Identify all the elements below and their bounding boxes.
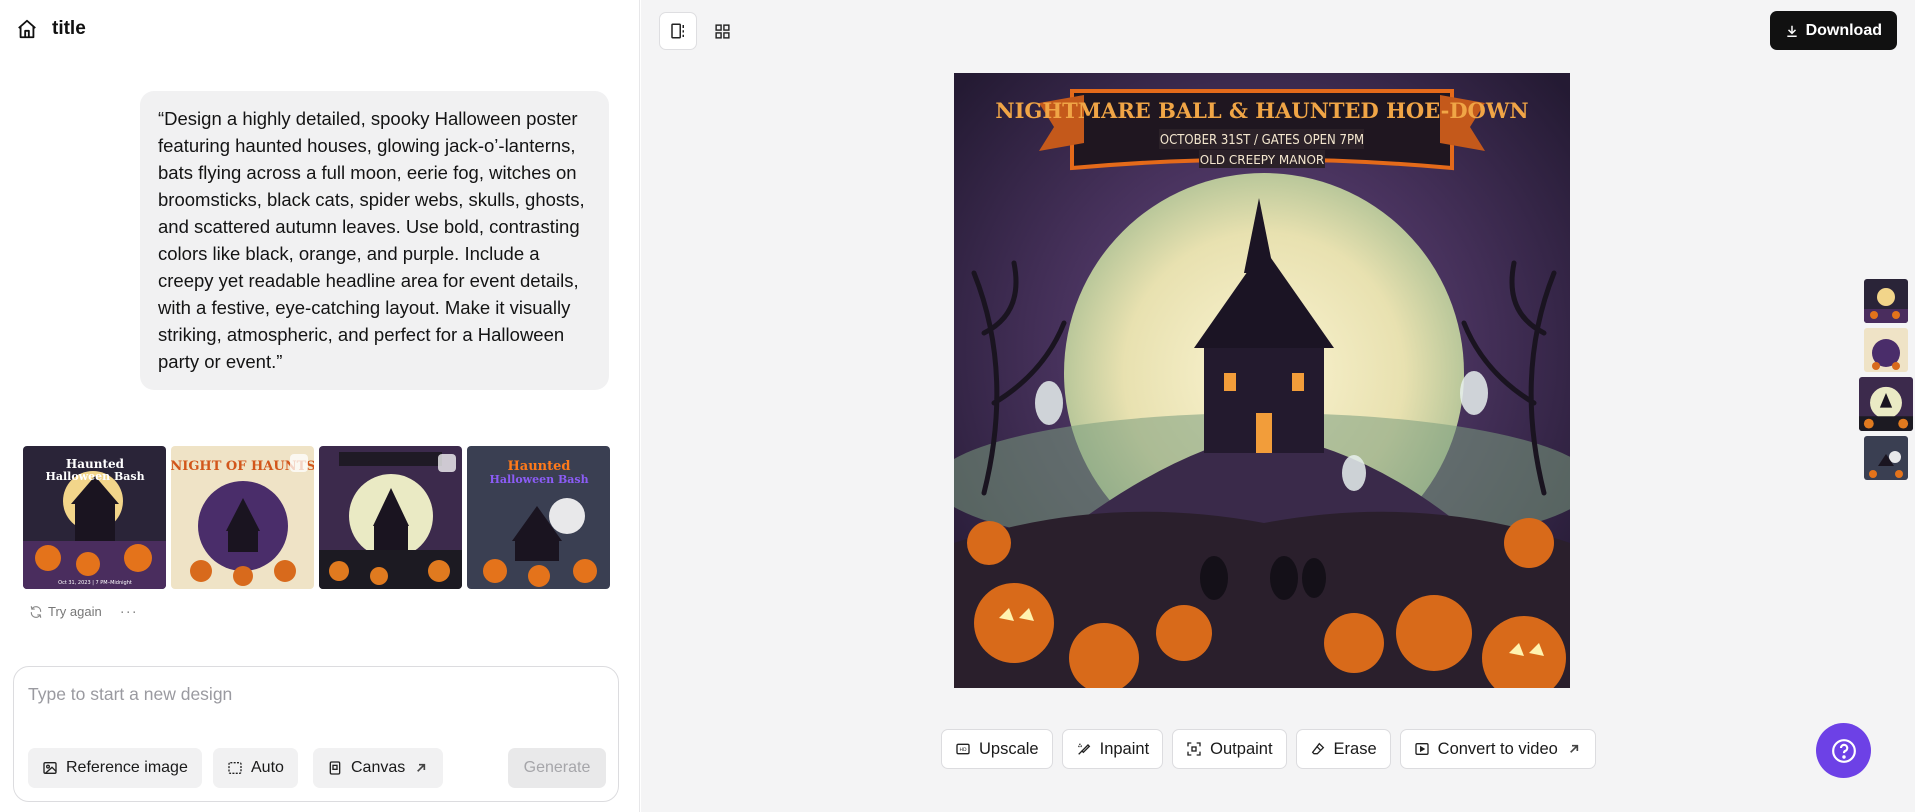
rail-thumbnail-2[interactable] [1864,328,1908,372]
generate-button[interactable]: Generate [508,748,606,788]
more-options-button[interactable]: ··· [120,603,138,620]
download-label: Download [1805,21,1882,39]
convert-to-video-button[interactable]: Convert to video [1399,729,1596,769]
poster-image: NIGHTMARE BALL & HAUNTED HOE-DOWN OCTOBE… [954,73,1570,688]
edit-toolbar: HD Upscale Inpaint Outpaint Erase Conver… [941,729,1596,769]
upscale-icon: HD [956,743,970,755]
outpaint-button[interactable]: Outpaint [1172,729,1287,769]
rail-thumbnail-image [1859,377,1913,431]
inpaint-button[interactable]: Inpaint [1061,729,1164,769]
page-title[interactable]: title [52,18,86,40]
home-icon[interactable] [16,18,38,40]
outpaint-label: Outpaint [1210,739,1273,758]
canvas-icon [329,761,341,775]
result-actions: Try again ··· [29,603,138,620]
select-corner-icon[interactable] [290,454,308,472]
thumb-subtitle: Halloween Bash [45,470,144,483]
erase-label: Erase [1333,739,1377,758]
external-arrow-icon [1569,744,1578,753]
single-view-icon [671,23,684,39]
poster-headline: NIGHTMARE BALL & HAUNTED HOE-DOWN [995,98,1528,123]
download-button[interactable]: Download [1769,11,1897,50]
auto-label: Auto [251,759,284,776]
try-again-button[interactable]: Try again [29,604,102,619]
result-thumbnail-3[interactable] [319,446,462,589]
result-thumbnail-2[interactable]: NIGHT OF HAUNTS [171,446,314,589]
select-corner-icon[interactable] [438,454,456,472]
canvas-label: Canvas [351,759,406,776]
single-view-button[interactable] [659,12,697,50]
rail-thumbnail-1[interactable] [1864,279,1908,323]
prompt-message: “Design a highly detailed, spooky Hallow… [140,91,609,390]
result-rail [1859,279,1913,480]
refresh-icon [30,605,42,618]
thumb-subtitle: Halloween Bash [489,473,588,486]
reference-image-label: Reference image [66,759,188,776]
poster-thumbnail-image: Haunted Halloween Bash [467,446,610,589]
poster-thumbnail-image: Haunted Halloween Bash Oct 31, 2023 | 7 … [23,446,166,589]
poster-date: OCTOBER 31ST / GATES OPEN 7PM [1160,133,1364,148]
svg-text:HD: HD [959,747,967,753]
grid-view-button[interactable] [703,12,741,50]
help-button[interactable] [1816,723,1871,778]
rail-thumbnail-4[interactable] [1864,436,1908,480]
question-icon [1831,738,1856,763]
erase-button[interactable]: Erase [1295,729,1391,769]
upscale-button[interactable]: HD Upscale [941,729,1053,769]
rail-thumbnail-image [1864,328,1908,372]
top-bar: title [16,18,86,40]
rail-thumbnail-3[interactable] [1859,377,1913,431]
poster-venue: OLD CREEPY MANOR [1200,153,1325,167]
rail-thumbnail-image [1864,436,1908,480]
thumb-caption: Oct 31, 2023 | 7 PM–Midnight [58,580,132,586]
outpaint-icon [1187,742,1201,756]
erase-icon [1311,742,1324,755]
chat-panel: title “Design a highly detailed, spooky … [0,0,640,812]
convert-to-video-label: Convert to video [1437,739,1558,758]
upscale-label: Upscale [979,739,1039,758]
external-arrow-icon [417,763,426,772]
canvas-button[interactable]: Canvas [313,748,444,788]
result-thumbnails: Haunted Halloween Bash Oct 31, 2023 | 7 … [23,446,610,589]
auto-button[interactable]: Auto [213,748,298,788]
result-thumbnail-1[interactable]: Haunted Halloween Bash Oct 31, 2023 | 7 … [23,446,166,589]
view-toggle [659,12,741,50]
aspect-ratio-icon [228,762,242,774]
thumb-title: Haunted [66,457,125,471]
video-icon [1414,743,1429,755]
inpaint-label: Inpaint [1099,739,1150,758]
try-again-label: Try again [48,604,102,619]
reference-image-button[interactable]: Reference image [28,748,202,788]
prompt-input[interactable] [28,679,598,709]
download-icon [1786,25,1797,37]
composer: Reference image Auto Canvas Generate [13,666,619,802]
generated-poster[interactable]: NIGHTMARE BALL & HAUNTED HOE-DOWN OCTOBE… [954,73,1570,688]
canvas-panel: Download NIGHTMARE BALL & HAUNTED HOE-DO… [641,0,1915,812]
inpaint-icon [1077,743,1090,755]
thumb-title: Haunted [508,459,571,474]
result-thumbnail-4[interactable]: Haunted Halloween Bash [467,446,610,589]
image-icon [43,762,57,774]
grid-icon [714,23,730,39]
rail-thumbnail-image [1864,279,1908,323]
